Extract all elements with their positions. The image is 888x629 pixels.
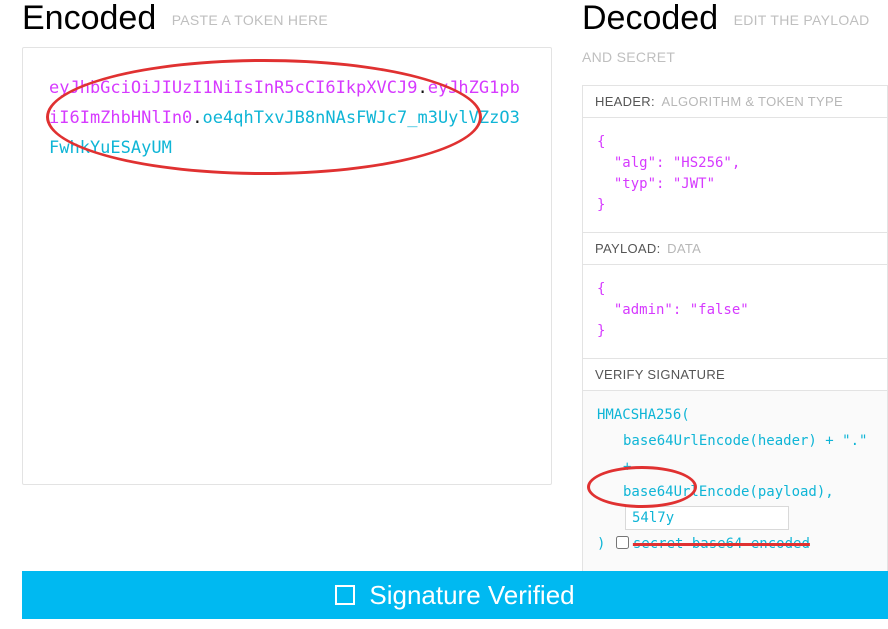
header-section: HEADER: ALGORITHM & TOKEN TYPE { "alg": … <box>582 85 888 233</box>
payload-json[interactable]: { "admin": "false" } <box>583 265 887 358</box>
verify-section-title: VERIFY SIGNATURE <box>583 359 887 391</box>
verify-close-paren: ) <box>597 536 605 552</box>
header-label: HEADER: <box>595 94 655 109</box>
payload-section: PAYLOAD: DATA { "admin": "false" } <box>582 233 888 359</box>
encoded-heading: Encoded PASTE A TOKEN HERE <box>22 0 552 37</box>
status-text: Signature Verified <box>369 580 574 611</box>
verify-line-2: base64UrlEncode(payload), <box>597 480 873 506</box>
encoded-title: Encoded <box>22 0 156 37</box>
decoded-heading: Decoded EDIT THE PAYLOAD AND SECRET <box>582 0 888 75</box>
header-section-title: HEADER: ALGORITHM & TOKEN TYPE <box>583 86 887 118</box>
secret-input[interactable] <box>625 506 789 530</box>
token-dot: . <box>417 78 427 98</box>
payload-section-title: PAYLOAD: DATA <box>583 233 887 265</box>
verify-line-1: base64UrlEncode(header) + "." + <box>597 429 873 481</box>
header-sublabel: ALGORITHM & TOKEN TYPE <box>662 94 843 109</box>
decoded-title: Decoded <box>582 0 718 37</box>
encoded-hint: PASTE A TOKEN HERE <box>172 12 328 28</box>
payload-label: PAYLOAD: <box>595 241 661 256</box>
verify-algo-line: HMACSHA256( <box>597 407 690 423</box>
encoded-token-box[interactable]: eyJhbGciOiJIUzI1NiIsInR5cCI6IkpXVCJ9.eyJ… <box>22 47 552 485</box>
secret-b64-label: secret base64 encoded <box>633 536 810 552</box>
secret-b64-row: secret base64 encoded <box>614 536 810 552</box>
token-dot: . <box>192 108 202 128</box>
signature-status-bar: Signature Verified <box>22 571 888 619</box>
secret-row <box>597 506 873 532</box>
verify-section: VERIFY SIGNATURE HMACSHA256( base64UrlEn… <box>582 359 888 573</box>
status-box-icon <box>335 585 355 605</box>
payload-sublabel: DATA <box>667 241 701 256</box>
token-header-part: eyJhbGciOiJIUzI1NiIsInR5cCI6IkpXVCJ9 <box>49 78 417 98</box>
secret-b64-checkbox[interactable] <box>616 536 629 549</box>
header-json[interactable]: { "alg": "HS256", "typ": "JWT" } <box>583 118 887 232</box>
verify-label: VERIFY SIGNATURE <box>595 367 725 382</box>
verify-body: HMACSHA256( base64UrlEncode(header) + ".… <box>583 391 887 572</box>
